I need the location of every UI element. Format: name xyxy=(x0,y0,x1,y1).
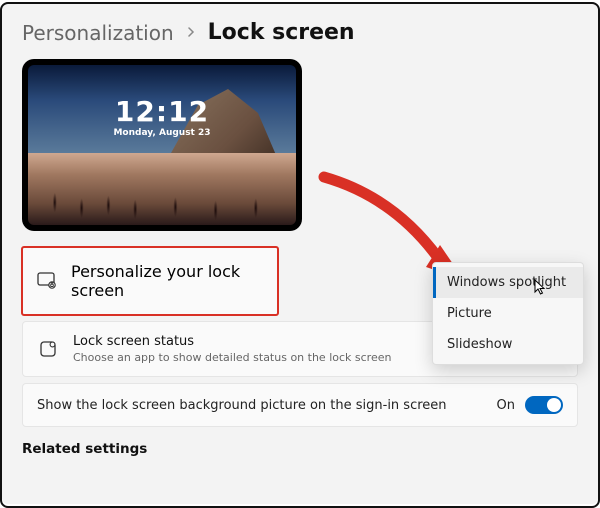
signin-picture-row: Show the lock screen background picture … xyxy=(22,383,578,427)
dropdown-option-spotlight[interactable]: Windows spotlight xyxy=(433,267,583,298)
breadcrumb: Personalization Lock screen xyxy=(22,20,578,45)
background-dropdown[interactable]: Windows spotlight Picture Slideshow xyxy=(432,262,584,365)
dropdown-option-slideshow[interactable]: Slideshow xyxy=(433,329,583,360)
toggle-state-label: On xyxy=(497,398,515,413)
personalize-lock-screen-row[interactable]: Personalize your lock screen xyxy=(22,247,278,315)
preview-date: Monday, August 23 xyxy=(113,128,210,138)
signin-picture-label: Show the lock screen background picture … xyxy=(37,398,447,413)
related-settings-heading: Related settings xyxy=(22,441,578,457)
dropdown-option-picture[interactable]: Picture xyxy=(433,298,583,329)
lock-screen-status-title: Lock screen status xyxy=(73,334,391,349)
status-app-icon xyxy=(37,338,59,360)
lock-screen-preview: 12:12 Monday, August 23 xyxy=(22,59,302,231)
lock-screen-status-sub: Choose an app to show detailed status on… xyxy=(73,351,391,364)
lock-screen-icon xyxy=(37,270,57,292)
signin-picture-toggle[interactable] xyxy=(525,396,563,414)
chevron-right-icon xyxy=(186,25,196,41)
personalize-lock-screen-label: Personalize your lock screen xyxy=(71,262,263,300)
preview-time: 12:12 xyxy=(113,95,210,128)
breadcrumb-current: Lock screen xyxy=(208,20,355,45)
breadcrumb-parent[interactable]: Personalization xyxy=(22,21,174,45)
